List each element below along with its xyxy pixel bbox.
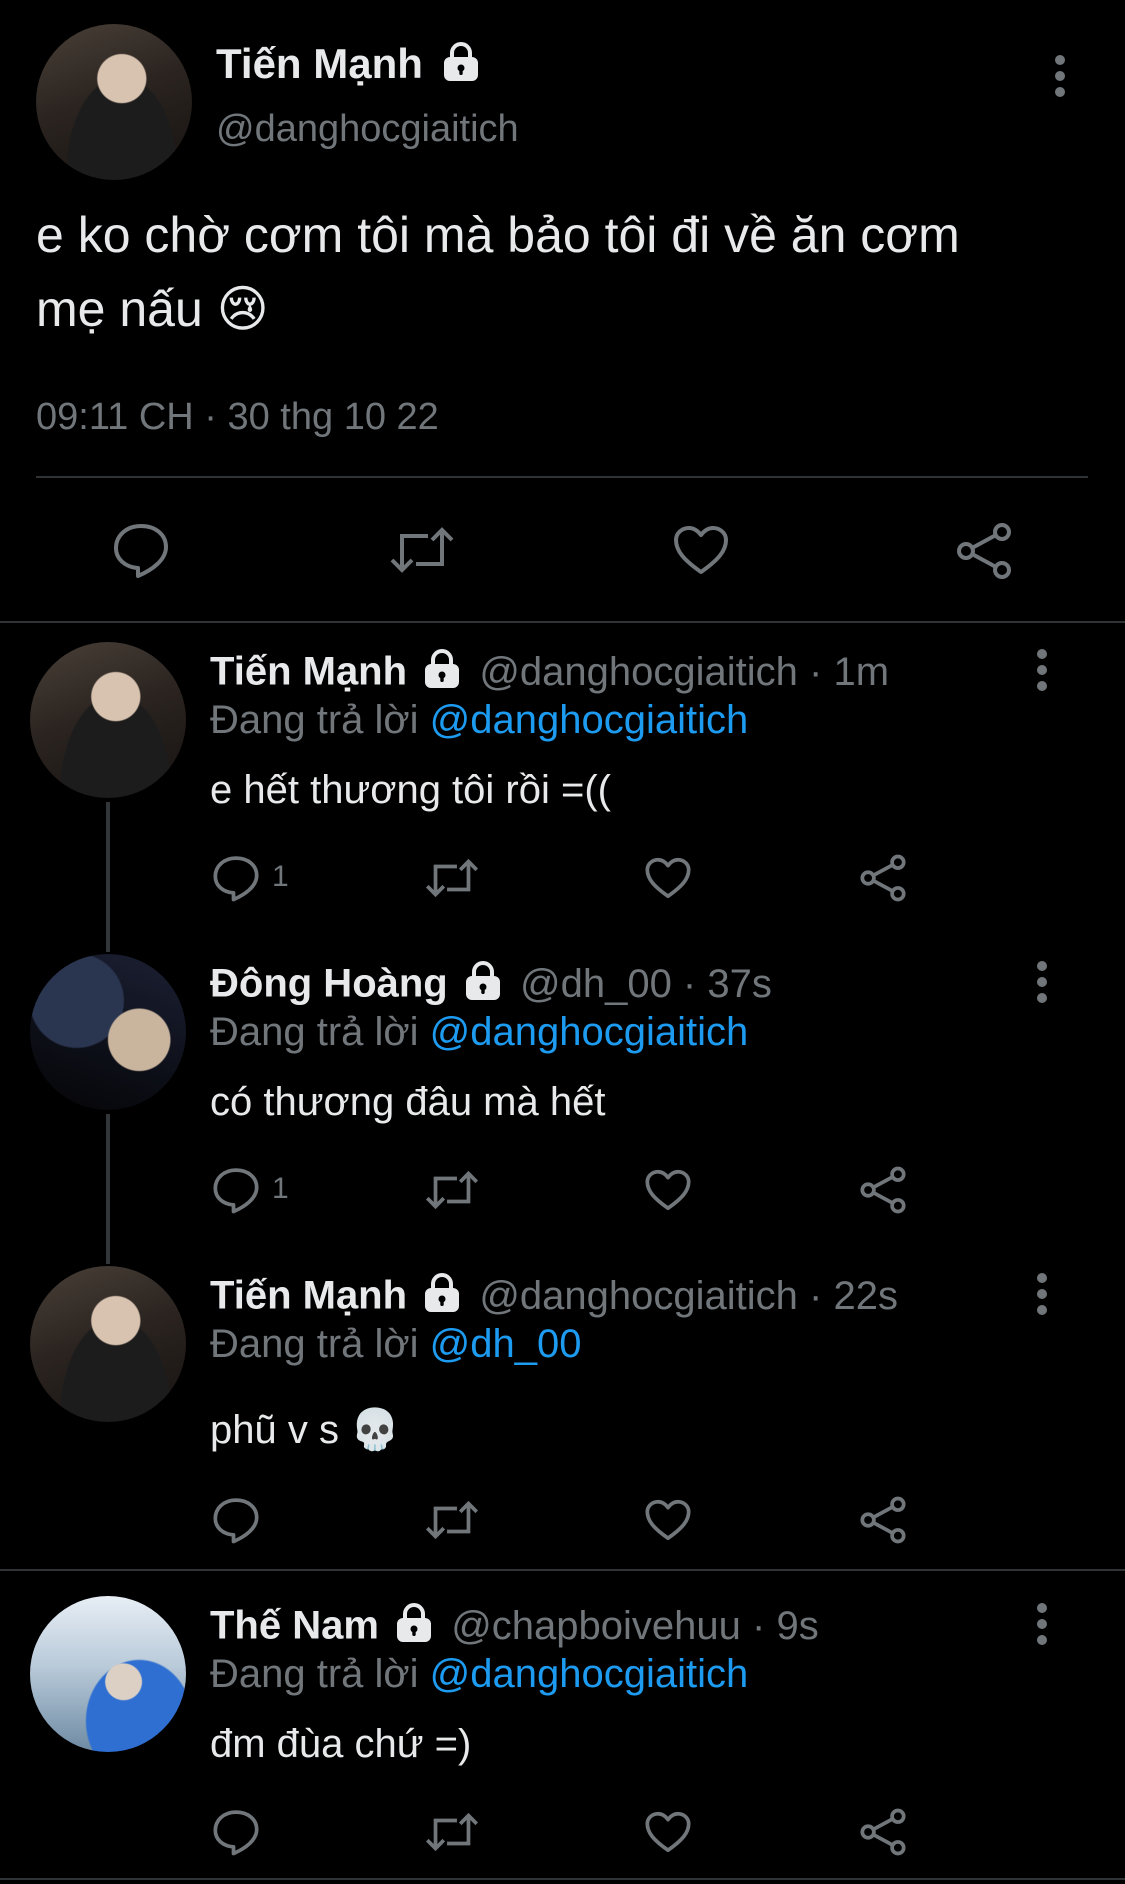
comment-icon[interactable] [212, 1496, 260, 1544]
section-divider [0, 1569, 1125, 1571]
handle-and-time: @chapboivehuu · 9s [451, 1603, 819, 1648]
replying-to-label: Đang trả lời [210, 698, 419, 742]
author-name[interactable]: Tiến Mạnh [210, 1274, 407, 1318]
avatar[interactable] [30, 954, 186, 1110]
like-icon[interactable] [644, 1498, 692, 1542]
handle-and-time: @danghocgiaitich · 22s [479, 1273, 898, 1318]
reply-text: e hết thương tôi rồi =(( [210, 768, 611, 812]
retweet-icon[interactable] [388, 524, 456, 576]
replying-to-handle[interactable]: @danghocgiaitich [430, 698, 749, 742]
replying-to-handle[interactable]: @dh_00 [430, 1322, 582, 1366]
comment-icon[interactable] [212, 1166, 260, 1214]
handle-and-time: @dh_00 · 37s [519, 961, 772, 1006]
lock-icon [441, 41, 481, 93]
tweet-timestamp: 09:11 CH · 30 thg 10 22 [36, 396, 439, 438]
reply-count: 1 [272, 1172, 289, 1205]
tweet-text-line-2: mẹ nấu 😢 [36, 281, 269, 337]
replying-to-handle[interactable]: @danghocgiaitich [430, 1652, 749, 1696]
tweet-text-line-1: e ko chờ cơm tôi mà bảo tôi đi về ăn cơm [36, 207, 960, 263]
more-options-icon[interactable] [1032, 1602, 1052, 1646]
author-name[interactable]: Tiến Mạnh [216, 40, 423, 87]
retweet-icon[interactable] [424, 1168, 480, 1212]
section-divider [0, 621, 1125, 623]
author-name[interactable]: Đông Hoàng [210, 962, 448, 1006]
comment-icon[interactable] [212, 854, 260, 902]
avatar[interactable] [30, 1266, 186, 1422]
replying-to-label: Đang trả lời [210, 1652, 419, 1696]
share-icon[interactable] [858, 1808, 908, 1856]
share-icon[interactable] [858, 1166, 908, 1214]
like-icon[interactable] [644, 1810, 692, 1854]
like-icon[interactable] [672, 524, 730, 576]
more-options-icon[interactable] [1032, 960, 1052, 1004]
reply-text: có thương đâu mà hết [210, 1080, 606, 1124]
lock-icon [422, 648, 462, 700]
avatar[interactable] [30, 1596, 186, 1752]
lock-icon [422, 1272, 462, 1324]
avatar[interactable] [30, 642, 186, 798]
lock-icon [394, 1602, 434, 1654]
replying-to-label: Đang trả lời [210, 1322, 419, 1366]
share-icon[interactable] [858, 854, 908, 902]
replying-to-handle[interactable]: @danghocgiaitich [430, 1010, 749, 1054]
share-icon[interactable] [858, 1496, 908, 1544]
thread-line [106, 802, 110, 952]
comment-icon[interactable] [112, 522, 170, 578]
comment-icon[interactable] [212, 1808, 260, 1856]
author-name[interactable]: Thế Nam [210, 1604, 379, 1648]
retweet-icon[interactable] [424, 1498, 480, 1542]
share-icon[interactable] [954, 522, 1014, 580]
divider [36, 476, 1088, 478]
reply-text: đm đùa chứ =) [210, 1722, 472, 1766]
lock-icon [463, 960, 503, 1012]
author-name[interactable]: Tiến Mạnh [210, 650, 407, 694]
like-icon[interactable] [644, 1168, 692, 1212]
handle-and-time: @danghocgiaitich · 1m [479, 649, 890, 694]
author-handle[interactable]: @danghocgiaitich [216, 108, 519, 151]
reply-text: phũ v s 💀 [210, 1408, 400, 1452]
avatar[interactable] [36, 24, 192, 180]
more-options-icon[interactable] [1032, 1272, 1052, 1316]
retweet-icon[interactable] [424, 856, 480, 900]
reply-count: 1 [272, 860, 289, 893]
retweet-icon[interactable] [424, 1810, 480, 1854]
section-divider [0, 1878, 1125, 1880]
more-options-icon[interactable] [1050, 54, 1070, 98]
replying-to-label: Đang trả lời [210, 1010, 419, 1054]
thread-line [106, 1114, 110, 1264]
like-icon[interactable] [644, 856, 692, 900]
more-options-icon[interactable] [1032, 648, 1052, 692]
